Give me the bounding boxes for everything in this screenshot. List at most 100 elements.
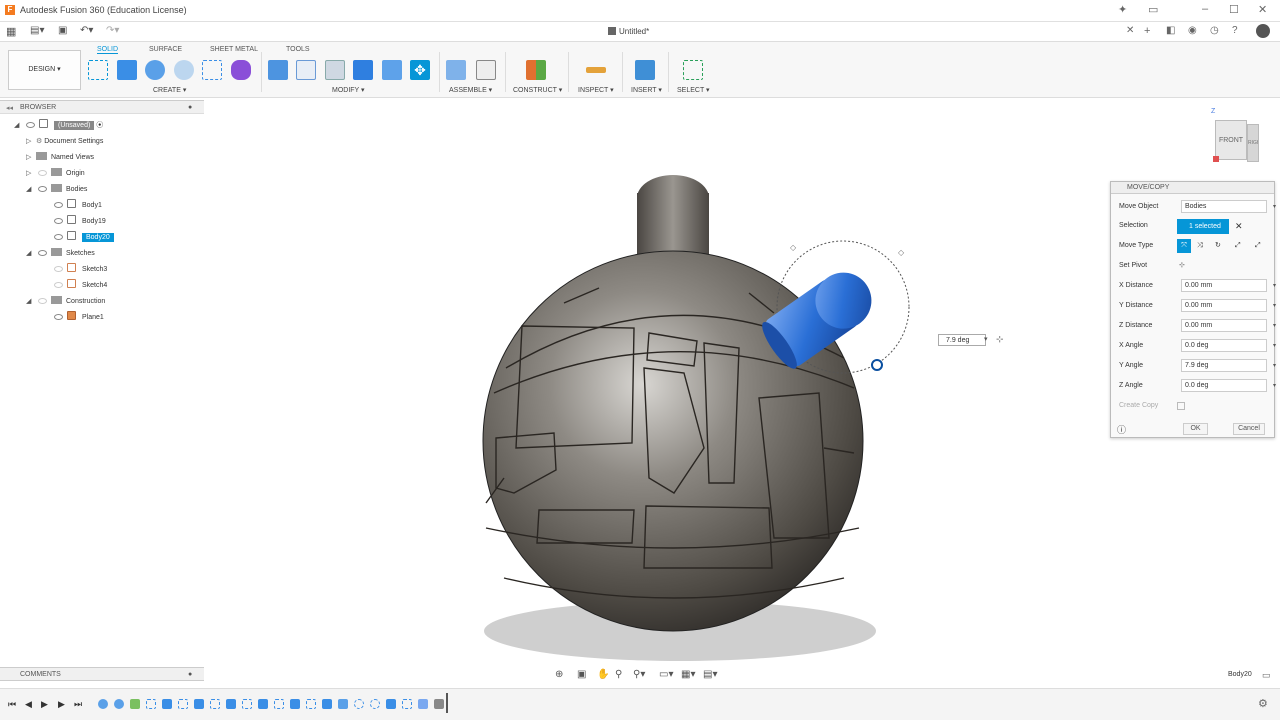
eye-icon[interactable] [54, 266, 63, 272]
eye-icon[interactable] [54, 282, 63, 288]
timeline-feature[interactable] [242, 699, 252, 709]
form-icon[interactable] [231, 60, 251, 80]
tree-root[interactable]: ◢ (Unsaved) ⦿ [14, 118, 103, 134]
view-cube[interactable]: Z FRONT RIGHT [1207, 108, 1262, 164]
job-status-icon[interactable]: ◉ [1188, 25, 1197, 36]
point-to-point-icon[interactable]: ⤢ [1235, 239, 1241, 253]
timeline-feature[interactable] [146, 699, 156, 709]
tree-item-bodies[interactable]: ◢ Bodies [26, 182, 87, 198]
assemble-menu[interactable]: ASSEMBLE ▾ [449, 86, 492, 94]
timeline-feature[interactable] [130, 699, 140, 709]
timeline-feature[interactable] [194, 699, 204, 709]
z-distance-input[interactable]: 0.00 mm ▾ [1181, 319, 1276, 332]
eye-icon[interactable] [38, 250, 47, 256]
play-icon[interactable]: ▶ [41, 699, 48, 710]
rotate-icon[interactable]: ↻ [1215, 239, 1221, 253]
eye-icon[interactable] [38, 298, 47, 304]
timeline-feature[interactable] [434, 699, 444, 709]
step-back-icon[interactable]: ◀ [25, 699, 32, 710]
comments-options-icon[interactable]: ● [188, 671, 192, 678]
tree-item-sketch3[interactable]: Sketch3 [50, 262, 107, 278]
move-object-select[interactable]: Bodies ▾ [1181, 200, 1276, 213]
eye-icon[interactable] [26, 122, 35, 128]
status-window-icon[interactable]: ▭ [1262, 670, 1271, 681]
insert-menu[interactable]: INSERT ▾ [631, 86, 662, 94]
grid-menu-icon[interactable]: ▦ [6, 25, 16, 38]
translate-icon[interactable]: ⤨ [1197, 239, 1203, 253]
clock-icon[interactable]: ◷ [1210, 25, 1219, 36]
undo-icon[interactable]: ↶▾ [80, 25, 93, 36]
create-copy-checkbox[interactable] [1177, 402, 1185, 410]
angle-input[interactable]: 7.9 deg [938, 334, 986, 346]
timeline-feature[interactable] [210, 699, 220, 709]
revolve-icon[interactable] [145, 60, 165, 80]
tree-item-construction[interactable]: ◢ Construction [26, 294, 105, 310]
tree-item-document-settings[interactable]: ▷ ⚙ Document Settings [26, 134, 103, 150]
timeline-feature[interactable] [306, 699, 316, 709]
timeline-feature[interactable] [290, 699, 300, 709]
eye-icon[interactable] [54, 314, 63, 320]
tree-item-sketch4[interactable]: Sketch4 [50, 278, 107, 294]
go-to-start-icon[interactable]: ⏮ [8, 699, 16, 710]
timeline-feature[interactable] [98, 699, 108, 709]
timeline-feature[interactable] [402, 699, 412, 709]
workspace-switcher[interactable]: DESIGN ▾ [8, 50, 81, 90]
move-copy-icon[interactable]: ✥ [410, 60, 430, 80]
create-sketch-icon[interactable] [88, 60, 108, 80]
press-pull-icon[interactable] [268, 60, 288, 80]
minimize-button[interactable]: – [1202, 3, 1208, 15]
collapse-browser-icon[interactable]: ◂◂ [6, 104, 13, 112]
z-angle-input[interactable]: 0.0 deg ▾ [1181, 379, 1276, 392]
tree-item-body1[interactable]: Body1 [50, 198, 102, 214]
zoom-icon[interactable]: ⚲ [615, 669, 622, 680]
measure-icon[interactable] [586, 67, 606, 73]
cancel-button[interactable]: Cancel [1233, 423, 1265, 435]
fit-icon[interactable]: ⚲▾ [633, 669, 645, 680]
go-to-end-icon[interactable]: ⏭ [74, 699, 82, 710]
timeline-feature[interactable] [338, 699, 348, 709]
timeline-feature[interactable] [386, 699, 396, 709]
monitor-icon[interactable]: ▭ [1148, 3, 1158, 16]
timeline-feature[interactable] [370, 699, 380, 709]
redo-icon[interactable]: ↷▾ [106, 25, 119, 36]
clear-selection-icon[interactable]: ✕ [1235, 219, 1243, 233]
angle-input-dropdown-icon[interactable]: ▾ [984, 335, 988, 343]
document-tab[interactable]: Untitled* [608, 27, 649, 36]
pivot-snap-icon[interactable]: ⊹ [996, 334, 1004, 345]
timeline-marker[interactable] [446, 693, 448, 713]
timeline-feature[interactable] [258, 699, 268, 709]
save-icon[interactable]: ▣ [58, 25, 67, 36]
ok-button[interactable]: OK [1183, 423, 1208, 435]
tree-item-origin[interactable]: ▷ Origin [26, 166, 85, 182]
hole-icon[interactable] [174, 60, 194, 80]
pin-icon[interactable]: ✦ [1118, 3, 1127, 16]
view-cube-right-face[interactable]: RIGHT [1247, 124, 1259, 162]
y-angle-input[interactable]: 7.9 deg ▾ [1181, 359, 1276, 372]
x-distance-input[interactable]: 0.00 mm ▾ [1181, 279, 1276, 292]
extrude-icon[interactable] [117, 60, 137, 80]
x-angle-input[interactable]: 0.0 deg ▾ [1181, 339, 1276, 352]
eye-icon[interactable] [38, 186, 47, 192]
tab-solid[interactable]: SOLID [97, 46, 119, 54]
file-menu-icon[interactable]: ▤▾ [30, 25, 44, 36]
tree-item-body20[interactable]: Body20 [50, 230, 114, 246]
timeline-feature[interactable] [322, 699, 332, 709]
create-menu[interactable]: CREATE ▾ [153, 86, 186, 94]
close-button[interactable]: ✕ [1258, 3, 1267, 16]
eye-icon[interactable] [54, 234, 63, 240]
selection-button[interactable]: 1 selected [1177, 219, 1229, 234]
neck-cap[interactable] [637, 175, 709, 221]
tab-sheet-metal[interactable]: SHEET METAL [210, 46, 258, 53]
avatar[interactable] [1256, 24, 1270, 38]
timeline-feature[interactable] [114, 699, 124, 709]
display-settings-icon[interactable]: ▭▾ [659, 669, 673, 680]
timeline-settings-icon[interactable]: ⚙ [1258, 697, 1268, 710]
fillet-icon[interactable] [296, 60, 316, 80]
orbit-icon[interactable]: ⊕ [555, 669, 563, 680]
timeline-feature[interactable] [418, 699, 428, 709]
tab-tools[interactable]: TOOLS [286, 46, 310, 53]
pattern-icon[interactable] [202, 60, 222, 80]
tree-item-plane1[interactable]: Plane1 [50, 310, 104, 326]
timeline-feature[interactable] [178, 699, 188, 709]
look-at-icon[interactable]: ▣ [577, 669, 586, 680]
